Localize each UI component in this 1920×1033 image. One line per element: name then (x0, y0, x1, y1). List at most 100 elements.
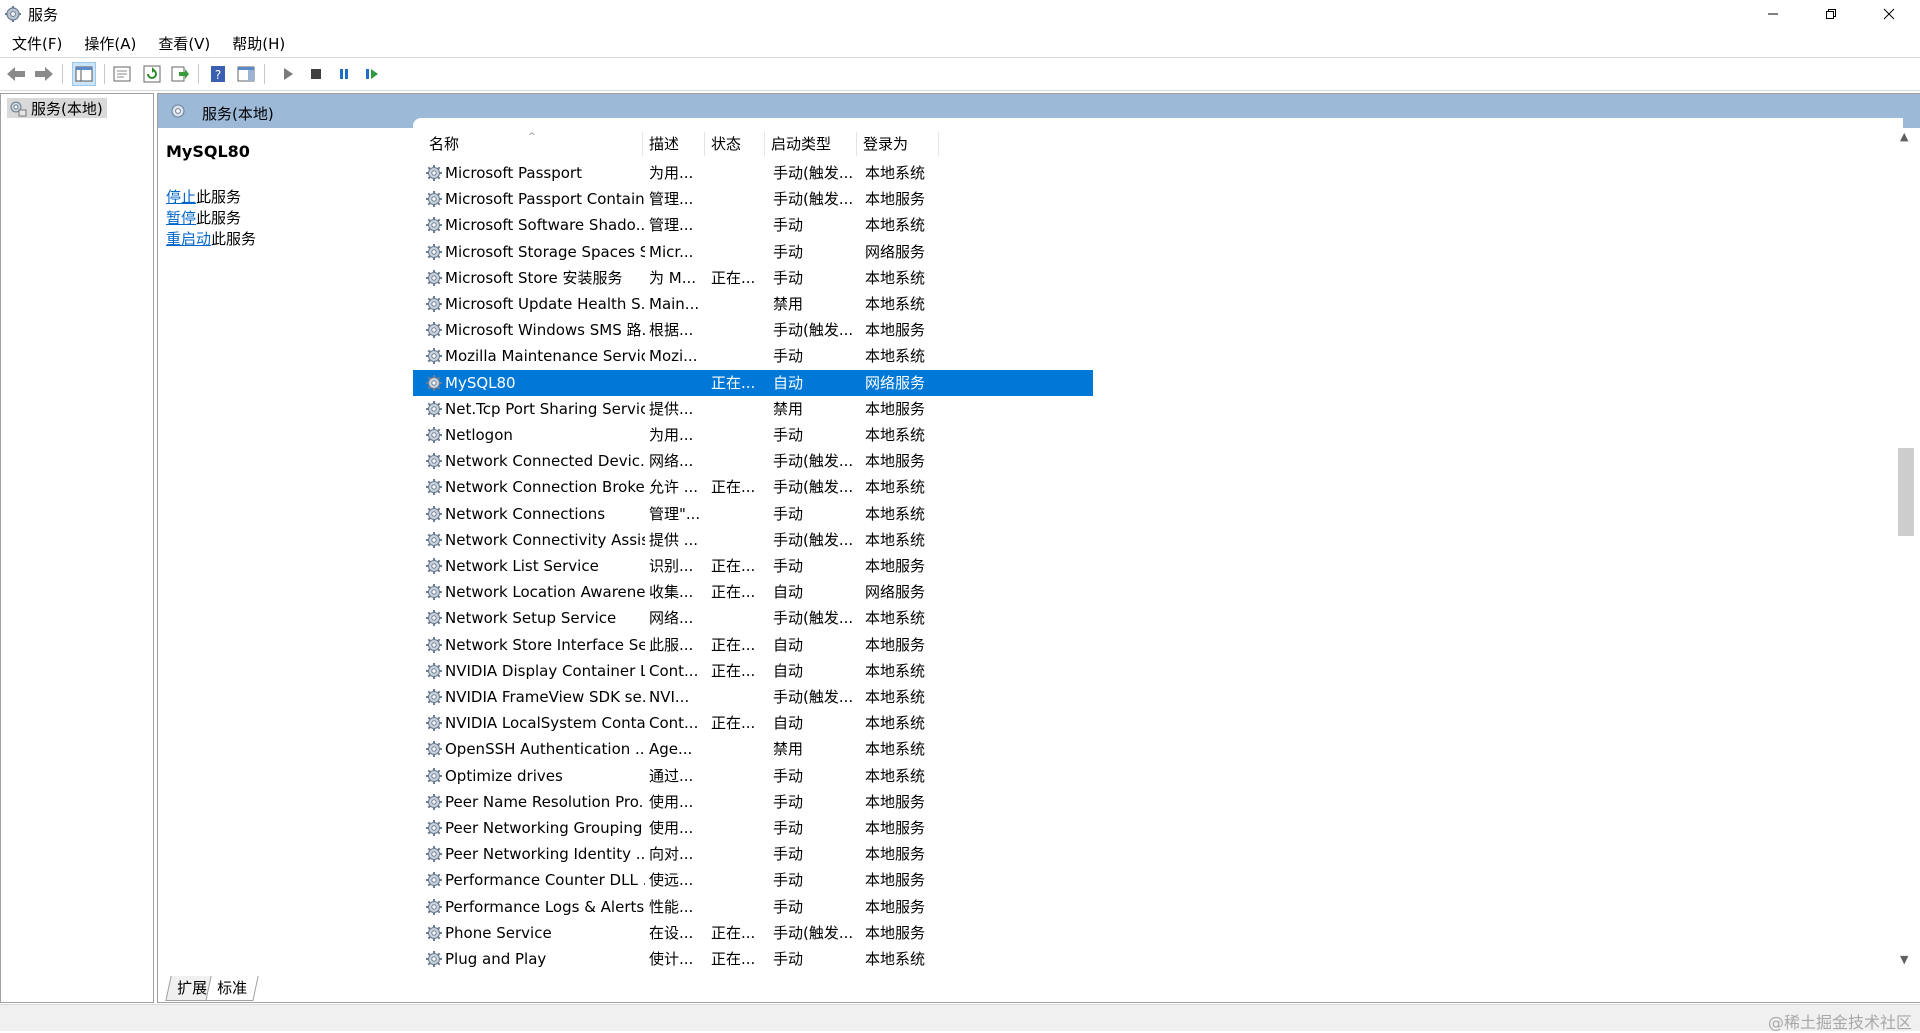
scroll-down-icon[interactable]: ▼ (1900, 953, 1908, 966)
cell-logon-as: 本地系统 (865, 950, 926, 968)
service-detail: MySQL80 停止此服务 暂停此服务 重启动此服务 (166, 136, 406, 250)
service-gear-icon (426, 715, 442, 732)
pause-service-icon (340, 69, 348, 79)
properties-button[interactable] (110, 62, 134, 86)
pause-link[interactable]: 暂停 (166, 209, 196, 227)
pause-service-button[interactable] (332, 62, 356, 86)
restart-link[interactable]: 重启动 (166, 230, 211, 248)
table-row[interactable]: NVIDIA FrameView SDK se... NVI... 手动(触发...… (413, 684, 1093, 710)
cell-name: Microsoft Windows SMS 路... (445, 321, 645, 340)
cell-logon-as: 本地服务 (865, 452, 926, 471)
stop-service-button[interactable] (304, 62, 328, 86)
table-row[interactable]: Mozilla Maintenance Service Mozi... 手动 本地系统 (413, 343, 1093, 369)
table-row[interactable]: Peer Networking Grouping 使用... 手动 本地服务 (413, 815, 1093, 841)
vertical-scrollbar[interactable]: ▲ ▼ (1896, 128, 1916, 968)
cell-startup-type: 手动(触发... (773, 164, 854, 182)
service-gear-icon (426, 584, 442, 601)
table-row[interactable]: Netlogon 为用... 手动 本地系统 (413, 422, 1093, 448)
table-row[interactable]: Performance Counter DLL ... 使远... 手动 本地服务 (413, 867, 1093, 893)
table-row[interactable]: Network Location Awarene... 收集... 正在... 自动 网… (413, 579, 1093, 605)
cell-startup-type: 手动(触发... (773, 530, 854, 549)
help-button[interactable]: ? (206, 62, 230, 86)
cell-startup-type: 手动 (773, 950, 804, 968)
back-button[interactable] (4, 62, 28, 86)
menu-view[interactable]: 查看(V) (146, 30, 220, 54)
table-row[interactable]: Performance Logs & Alerts 性能... 手动 本地服务 (413, 894, 1093, 920)
close-button[interactable] (1860, 0, 1918, 28)
tree-item-services-local[interactable]: 服务(本地) (7, 98, 107, 118)
table-row[interactable]: Phone Service 在设... 正在... 手动(触发... 本地服务 (413, 920, 1093, 946)
table-row[interactable]: Network Connected Devic... 网络... 手动(触发... 本… (413, 448, 1093, 474)
table-row[interactable]: Network Store Interface Se... 此服... 正在... 自… (413, 632, 1093, 658)
table-row[interactable]: Microsoft Software Shado... 管理... 手动 本地系统 (413, 212, 1093, 238)
table-row[interactable]: Optimize drives 通过... 手动 本地系统 (413, 763, 1093, 789)
table-row[interactable]: Microsoft Storage Spaces S... Micr... 手动 网络… (413, 239, 1093, 265)
cell-description: 提供 ... (649, 530, 699, 549)
cell-logon-as: 本地服务 (865, 321, 926, 340)
scroll-thumb[interactable] (1898, 448, 1914, 536)
refresh-button[interactable] (140, 62, 164, 86)
cell-logon-as: 本地系统 (865, 609, 926, 628)
column-header-status[interactable]: 状态 (705, 132, 765, 156)
table-row[interactable]: Microsoft Passport 为用... 手动(触发... 本地系统 (413, 160, 1093, 186)
column-header-logon-as[interactable]: 登录为 (857, 132, 939, 156)
table-row[interactable]: Network Setup Service 网络... 手动(触发... 本地系统 (413, 605, 1093, 631)
minimize-button[interactable] (1744, 0, 1802, 28)
menu-help[interactable]: 帮助(H) (220, 30, 295, 54)
cell-name: Network Store Interface Se... (445, 635, 645, 654)
stop-link[interactable]: 停止 (166, 188, 196, 206)
table-row[interactable]: OpenSSH Authentication ... Age... 禁用 本地系统 (413, 736, 1093, 762)
cell-description: Cont... (649, 661, 699, 680)
cell-description: 识别... (649, 557, 694, 575)
table-row[interactable]: Network Connections 管理"... 手动 本地系统 (413, 501, 1093, 527)
scroll-up-icon[interactable]: ▲ (1900, 130, 1908, 143)
cell-logon-as: 本地服务 (865, 923, 926, 942)
table-row[interactable]: Network List Service 识别... 正在... 手动 本地服务 (413, 553, 1093, 579)
cell-name: NVIDIA FrameView SDK se... (445, 688, 645, 706)
table-row[interactable]: Network Connection Broker 允许 ... 正在... 手动(触… (413, 474, 1093, 500)
cell-status: 正在... (711, 583, 756, 602)
start-service-button[interactable] (276, 62, 300, 86)
table-row[interactable]: MySQL80 正在... 自动 网络服务 (413, 369, 1093, 396)
table-row[interactable]: Peer Name Resolution Pro... 使用... 手动 本地服务 (413, 789, 1093, 815)
table-row[interactable]: NVIDIA Display Container LS Cont... 正在... 自… (413, 658, 1093, 684)
cell-description: 为用... (649, 164, 694, 182)
action-pane-button[interactable] (234, 62, 258, 86)
cell-startup-type: 手动(触发... (773, 923, 854, 942)
table-row[interactable]: Microsoft Passport Container 管理... 手动(触发..… (413, 186, 1093, 212)
column-header-name[interactable]: 名称 ^ (413, 132, 643, 156)
cell-name: Peer Networking Grouping (445, 819, 643, 837)
restore-button[interactable] (1802, 0, 1860, 28)
cell-name: Network Connected Devic... (445, 452, 645, 471)
show-console-tree-button[interactable] (72, 62, 96, 86)
table-row[interactable]: Plug and Play 使计... 正在... 手动 本地系统 (413, 946, 1093, 972)
menu-file[interactable]: 文件(F) (0, 30, 72, 54)
menu-action[interactable]: 操作(A) (72, 30, 146, 54)
table-row[interactable]: Microsoft Windows SMS 路... 根据... 手动(触发... 本… (413, 317, 1093, 343)
resume-service-button[interactable] (360, 62, 384, 86)
export-list-button[interactable] (168, 62, 192, 86)
column-header-startup-type[interactable]: 启动类型 (765, 132, 857, 156)
refresh-icon (143, 65, 161, 83)
table-row[interactable]: Net.Tcp Port Sharing Service 提供... 禁用 本地服务 (413, 396, 1093, 422)
column-header-description[interactable]: 描述 (643, 132, 705, 156)
cell-name: MySQL80 (445, 373, 516, 392)
table-row[interactable]: Network Connectivity Assis... 提供 ... 手动(触发… (413, 527, 1093, 553)
table-row[interactable]: Peer Networking Identity ... 向对... 手动 本地服务 (413, 841, 1093, 867)
svg-text:?: ? (215, 68, 221, 82)
table-row[interactable]: Microsoft Store 安装服务 为 M... 正在... 手动 本地系统 (413, 265, 1093, 291)
cell-description: 此服... (649, 635, 694, 654)
forward-button[interactable] (32, 62, 56, 86)
cell-startup-type: 手动 (773, 897, 804, 916)
cell-description: Mozi... (649, 347, 698, 366)
cell-startup-type: 手动 (773, 242, 804, 261)
tab-standard[interactable]: 标准 (205, 976, 259, 1001)
cell-status: 正在... (711, 268, 756, 287)
service-gear-icon (426, 767, 442, 784)
cell-name: Network Connectivity Assis... (445, 530, 645, 549)
table-row[interactable]: Microsoft Update Health S... Main... 禁用 本地系… (413, 291, 1093, 317)
tree-item-label: 服务(本地) (31, 99, 103, 118)
table-row[interactable]: NVIDIA LocalSystem Conta... Cont... 正在... 自… (413, 710, 1093, 736)
export-list-icon (171, 66, 189, 82)
cell-name: Microsoft Passport (445, 164, 582, 182)
